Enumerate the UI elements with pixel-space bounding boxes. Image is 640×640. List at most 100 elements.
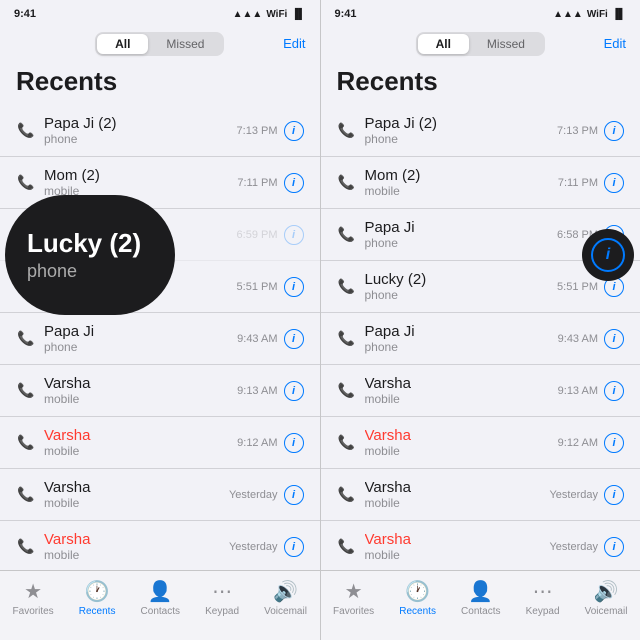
edit-button-left[interactable]: Edit	[283, 36, 305, 51]
tab-voicemail[interactable]: 🔊 Voicemail	[264, 579, 307, 617]
left-panel: 9:41 ▲▲▲ WiFi ▐▌ All Missed Edit Recents…	[0, 0, 320, 640]
info-button[interactable]: i	[284, 433, 304, 453]
call-item[interactable]: 📞 Papa Ji phone 9:43 AM i	[0, 313, 320, 365]
call-item[interactable]: 📞 Varsha mobile Yesterday i	[321, 469, 640, 521]
info-overlay-button[interactable]: i	[591, 238, 625, 272]
page-title-right: Recents	[321, 62, 640, 105]
tab-favorites[interactable]: ★ Favorites	[333, 579, 374, 617]
info-button[interactable]: i	[604, 537, 624, 557]
tab-recents[interactable]: 🕐 Recents	[399, 579, 436, 617]
call-info: Papa Ji (2) phone	[44, 115, 237, 146]
call-item[interactable]: 📞 Varsha mobile Yesterday i	[0, 521, 320, 570]
contacts-icon: 👤	[148, 579, 173, 604]
call-info: Varsha mobile	[44, 531, 229, 562]
tab-label: Contacts	[141, 606, 180, 617]
call-phone-icon: 📞	[338, 226, 355, 243]
call-meta: 9:43 AM i	[237, 329, 303, 349]
call-time: 9:12 AM	[237, 437, 277, 449]
call-item[interactable]: 📞 Varsha mobile 9:13 AM i	[0, 365, 320, 417]
page-title-left: Recents	[0, 62, 320, 105]
tooltip-contact-name: Lucky (2)	[27, 228, 175, 259]
segment-all-right[interactable]: All	[418, 34, 469, 54]
call-phone-icon: 📞	[338, 486, 355, 503]
tab-label: Favorites	[333, 606, 374, 617]
info-button[interactable]: i	[284, 329, 304, 349]
call-item[interactable]: 📞 Papa Ji (2) phone 7:13 PM i	[0, 105, 320, 157]
info-button[interactable]: i	[284, 121, 304, 141]
recents-icon: 🕐	[405, 579, 430, 604]
call-name: Varsha	[44, 479, 229, 496]
call-type: mobile	[365, 184, 558, 198]
tab-contacts[interactable]: 👤 Contacts	[461, 579, 500, 617]
info-button[interactable]: i	[284, 537, 304, 557]
info-button[interactable]: i	[604, 121, 624, 141]
call-time: 7:11 PM	[558, 177, 598, 189]
edit-button-right[interactable]: Edit	[604, 36, 626, 51]
call-item[interactable]: 📞 Mom (2) mobile 7:11 PM i	[321, 157, 640, 209]
call-name: Varsha	[44, 531, 229, 548]
call-type: mobile	[44, 548, 229, 562]
tab-keypad[interactable]: ⋯ Keypad	[205, 579, 239, 617]
info-button[interactable]: i	[604, 173, 624, 193]
segment-bar-left: All Missed Edit	[0, 28, 320, 62]
tab-keypad[interactable]: ⋯ Keypad	[526, 579, 560, 617]
battery-icon: ▐▌	[612, 9, 626, 20]
call-phone-icon: 📞	[338, 330, 355, 347]
call-item[interactable]: 📞 Varsha mobile Yesterday i	[321, 521, 640, 570]
call-item[interactable]: 📞 Varsha mobile 9:12 AM i	[0, 417, 320, 469]
info-button[interactable]: i	[284, 381, 304, 401]
call-item[interactable]: 📞 Papa Ji (2) phone 7:13 PM i	[321, 105, 640, 157]
call-meta: 9:12 AM i	[237, 433, 303, 453]
call-info: Lucky (2) phone	[365, 271, 558, 302]
call-phone-missed-icon: 📞	[17, 434, 34, 451]
call-name: Varsha	[365, 427, 558, 444]
call-time: 5:51 PM	[237, 281, 278, 293]
call-phone-icon: 📞	[17, 330, 34, 347]
segment-missed-left[interactable]: Missed	[148, 34, 222, 54]
tab-label: Voicemail	[264, 606, 307, 617]
call-name: Varsha	[44, 375, 237, 392]
tab-favorites[interactable]: ★ Favorites	[13, 579, 54, 617]
info-button[interactable]: i	[284, 225, 304, 245]
info-button[interactable]: i	[284, 485, 304, 505]
call-name: Mom (2)	[44, 167, 237, 184]
call-item[interactable]: 📞 Varsha mobile 9:13 AM i	[321, 365, 640, 417]
info-button[interactable]: i	[604, 329, 624, 349]
segment-group-right: All Missed	[416, 32, 545, 56]
call-type: mobile	[365, 496, 550, 510]
info-button[interactable]: i	[284, 277, 304, 297]
info-button[interactable]: i	[604, 485, 624, 505]
tab-voicemail[interactable]: 🔊 Voicemail	[585, 579, 628, 617]
tab-label: Keypad	[526, 606, 560, 617]
call-phone-icon: 📞	[17, 486, 34, 503]
call-meta: 7:13 PM i	[237, 121, 304, 141]
call-info: Mom (2) mobile	[44, 167, 237, 198]
wifi-icon: WiFi	[266, 9, 287, 20]
status-icons-left: ▲▲▲ WiFi ▐▌	[233, 9, 306, 20]
call-info: Varsha mobile	[365, 427, 558, 458]
tab-contacts[interactable]: 👤 Contacts	[141, 579, 180, 617]
call-type: phone	[365, 132, 558, 146]
keypad-icon: ⋯	[212, 579, 232, 604]
call-meta: 9:43 AM i	[558, 329, 624, 349]
info-button[interactable]: i	[604, 381, 624, 401]
call-name: Varsha	[365, 375, 558, 392]
call-info: Papa Ji phone	[365, 219, 558, 250]
call-info: Mom (2) mobile	[365, 167, 558, 198]
contacts-icon: 👤	[468, 579, 493, 604]
status-time-right: 9:41	[335, 8, 357, 20]
call-meta: 7:13 PM i	[557, 121, 624, 141]
call-item[interactable]: 📞 Papa Ji phone 9:43 AM i	[321, 313, 640, 365]
call-meta: 5:51 PM i	[237, 277, 304, 297]
tooltip-contact-type: phone	[27, 261, 175, 282]
segment-all-left[interactable]: All	[97, 34, 148, 54]
call-time: 9:43 AM	[237, 333, 277, 345]
info-button[interactable]: i	[604, 433, 624, 453]
call-item[interactable]: 📞 Varsha mobile Yesterday i	[0, 469, 320, 521]
call-item[interactable]: 📞 Varsha mobile 9:12 AM i	[321, 417, 640, 469]
call-time: 7:13 PM	[557, 125, 598, 137]
tab-recents[interactable]: 🕐 Recents	[79, 579, 116, 617]
segment-missed-right[interactable]: Missed	[469, 34, 543, 54]
tab-label: Favorites	[13, 606, 54, 617]
info-button[interactable]: i	[284, 173, 304, 193]
